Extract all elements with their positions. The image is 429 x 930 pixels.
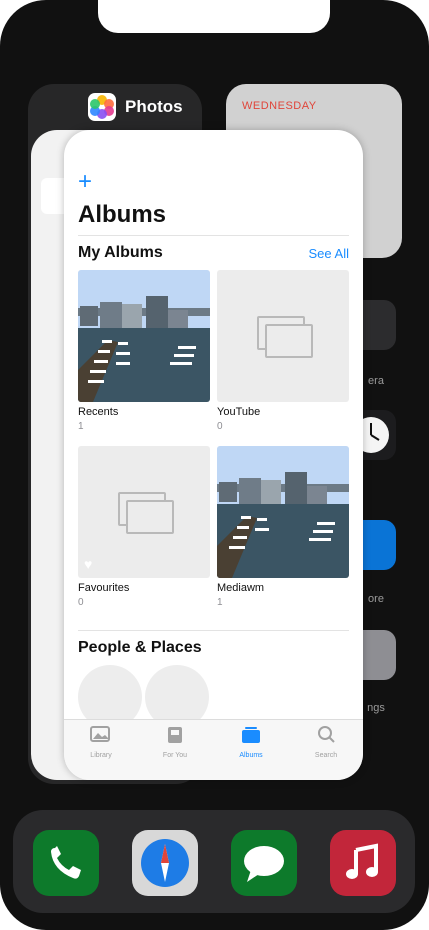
people-places-heading: People & Places	[78, 639, 202, 656]
album-count: 0	[217, 421, 223, 432]
library-icon	[90, 726, 110, 742]
music-icon[interactable]	[330, 830, 396, 896]
album-recents-thumbnail[interactable]	[78, 270, 210, 402]
search-icon	[318, 726, 335, 743]
harbor-photo	[217, 446, 349, 578]
album-count: 1	[217, 597, 223, 608]
tab-library[interactable]: Library	[64, 726, 138, 759]
harbor-photo	[78, 270, 210, 402]
calendar-weekday: WEDNESDAY	[242, 100, 317, 112]
album-name: YouTube	[217, 406, 261, 418]
safari-icon[interactable]	[132, 830, 198, 896]
album-youtube-thumbnail[interactable]	[217, 270, 349, 402]
page-title: Albums	[78, 201, 167, 228]
my-albums-heading: My Albums	[78, 244, 163, 261]
tab-albums[interactable]: Albums	[214, 726, 288, 759]
phone-icon[interactable]	[33, 830, 99, 896]
dock	[13, 810, 415, 913]
heart-icon: ♥	[84, 556, 93, 572]
album-favourites-thumbnail[interactable]: ♥	[78, 446, 210, 578]
add-album-icon[interactable]: +	[78, 170, 92, 194]
album-count: 0	[78, 597, 84, 608]
photos-app-header[interactable]: Photos	[88, 93, 183, 121]
album-name: Mediawm	[217, 582, 265, 594]
album-name: Recents	[78, 406, 119, 418]
tab-label: For You	[162, 752, 188, 759]
title-divider	[78, 235, 349, 236]
photos-app-name: Photos	[125, 97, 183, 116]
see-all-link[interactable]: See All	[309, 246, 349, 261]
for-you-icon	[168, 727, 182, 743]
photos-app-icon	[88, 93, 116, 121]
photos-albums-card[interactable]: + Albums My Albums See All Recents 1 You…	[64, 130, 363, 780]
app-switcher: WEDNESDAY era ore ngs Photos + Albums My…	[0, 0, 429, 930]
tab-label: Library	[90, 752, 112, 759]
albums-icon	[242, 727, 260, 743]
album-mediawm-thumbnail[interactable]	[217, 446, 349, 578]
tab-search[interactable]: Search	[289, 726, 363, 759]
tab-bar: Library For You Albums Search	[64, 719, 363, 780]
album-name: Favourites	[78, 582, 130, 594]
tab-label: Albums	[239, 752, 263, 759]
tab-for-you[interactable]: For You	[138, 726, 212, 759]
tab-label: Search	[314, 752, 338, 759]
notch	[98, 0, 330, 33]
messages-icon[interactable]	[231, 830, 297, 896]
album-count: 1	[78, 421, 84, 432]
section-divider	[78, 630, 349, 631]
